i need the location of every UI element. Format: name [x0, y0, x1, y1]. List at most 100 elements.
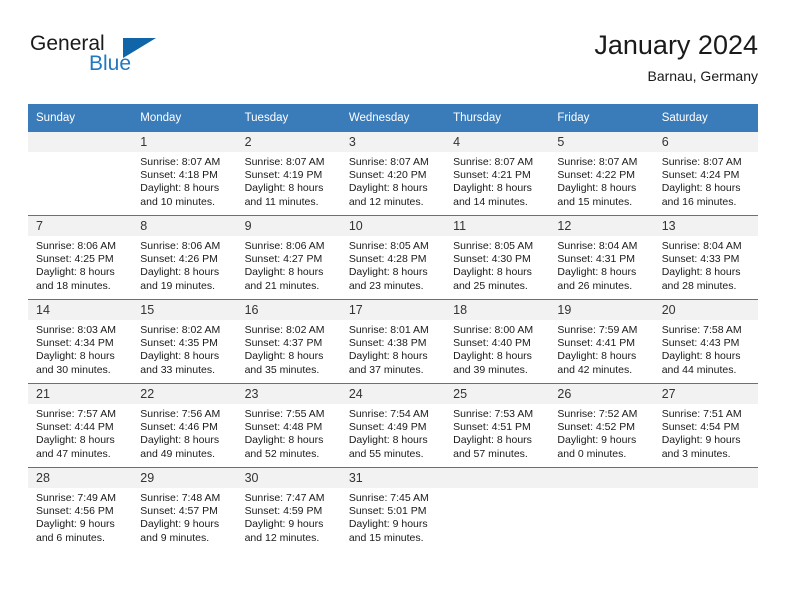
day-details: Sunrise: 7:47 AM Sunset: 4:59 PM Daylight:… [237, 488, 341, 545]
calendar-day-cell[interactable]: 11 Sunrise: 8:05 AM Sunset: 4:30 PM Dayligh… [445, 215, 550, 300]
sunset-text: Sunset: 4:33 PM [661, 253, 740, 266]
sunrise-text: Sunrise: 8:04 AM [557, 240, 638, 252]
daylight-text-line2: and 55 minutes. [348, 447, 424, 460]
page-subtitle-location: Barnau, Germany [647, 68, 759, 84]
day-number: 17 [340, 300, 446, 320]
daylight-text-line1: Daylight: 8 hours [36, 266, 115, 279]
calendar-header-row: Sunday Monday Tuesday Wednesday Thursday… [28, 104, 758, 132]
calendar-day-cell[interactable]: 9 Sunrise: 8:06 AM Sunset: 4:27 PM Daylight… [236, 215, 341, 300]
title-block: January 2024 Barnau, Germany [594, 28, 758, 86]
sunset-text: Sunset: 4:30 PM [453, 253, 531, 266]
weekday-header-thursday: Thursday [445, 104, 550, 132]
sunset-text: Sunset: 4:51 PM [453, 421, 531, 434]
day-cell-inner: 1 Sunrise: 8:07 AM Sunset: 4:18 PM Daylight… [132, 132, 237, 215]
calendar-day-cell[interactable]: 26 Sunrise: 7:52 AM Sunset: 4:52 PM Dayligh… [549, 383, 654, 468]
day-details: Sunrise: 7:56 AM Sunset: 4:46 PM Daylight:… [132, 404, 236, 461]
weekday-header-saturday: Saturday [653, 104, 758, 132]
day-number: 21 [28, 384, 133, 404]
daylight-text-line2: and 39 minutes. [453, 363, 528, 376]
daylight-text-line1: Daylight: 8 hours [557, 182, 637, 195]
daylight-text-line2: and 37 minutes. [348, 363, 424, 376]
sunrise-text: Sunrise: 8:07 AM [453, 156, 534, 168]
sunrise-text: Sunrise: 8:07 AM [557, 156, 638, 168]
calendar-day-cell[interactable]: 20 Sunrise: 7:58 AM Sunset: 4:43 PM Dayligh… [653, 299, 758, 384]
weekday-header-wednesday: Wednesday [340, 104, 446, 132]
day-number: 26 [549, 384, 654, 404]
weekday-header-tuesday: Tuesday [236, 104, 341, 132]
calendar-day-cell[interactable]: 3 Sunrise: 8:07 AM Sunset: 4:20 PM Daylight… [340, 132, 446, 216]
sunset-text: Sunset: 4:31 PM [557, 253, 636, 266]
sunrise-text: Sunrise: 8:02 AM [140, 324, 221, 336]
logo-text-blue: Blue [89, 52, 132, 75]
calendar-day-cell[interactable]: 15 Sunrise: 8:02 AM Sunset: 4:35 PM Dayligh… [132, 299, 237, 384]
day-details: Sunrise: 8:07 AM Sunset: 4:19 PM Daylight:… [237, 152, 341, 209]
calendar-day-cell[interactable]: 2 Sunrise: 8:07 AM Sunset: 4:19 PM Daylight… [236, 132, 341, 216]
calendar-day-cell[interactable]: 16 Sunrise: 8:02 AM Sunset: 4:37 PM Dayligh… [236, 299, 341, 384]
sunset-text: Sunset: 4:44 PM [36, 421, 114, 434]
calendar-day-cell[interactable]: 1 Sunrise: 8:07 AM Sunset: 4:18 PM Daylight… [132, 132, 237, 216]
calendar-day-cell[interactable]: 4 Sunrise: 8:07 AM Sunset: 4:21 PM Daylight… [445, 132, 550, 216]
weekday-header-friday: Friday [549, 104, 654, 132]
day-number: 20 [653, 300, 758, 320]
calendar-day-cell[interactable]: 14 Sunrise: 8:03 AM Sunset: 4:34 PM Dayligh… [28, 299, 133, 384]
day-details: Sunrise: 7:58 AM Sunset: 4:43 PM Daylight:… [654, 320, 758, 377]
day-number: 1 [132, 132, 237, 152]
calendar-day-cell[interactable]: 25 Sunrise: 7:53 AM Sunset: 4:51 PM Dayligh… [445, 383, 550, 468]
day-cell-inner [28, 132, 133, 215]
day-number: 10 [340, 216, 446, 236]
calendar-day-cell[interactable]: 12 Sunrise: 8:04 AM Sunset: 4:31 PM Dayligh… [549, 215, 654, 300]
calendar-day-cell[interactable]: 19 Sunrise: 7:59 AM Sunset: 4:41 PM Dayligh… [549, 299, 654, 384]
sunset-text: Sunset: 4:38 PM [348, 337, 427, 350]
calendar-day-cell[interactable]: 7 Sunrise: 8:06 AM Sunset: 4:25 PM Daylight… [28, 215, 133, 300]
day-number: 9 [236, 216, 341, 236]
calendar-day-cell[interactable]: 5 Sunrise: 8:07 AM Sunset: 4:22 PM Daylight… [549, 132, 654, 216]
page-title: January 2024 [594, 30, 758, 60]
general-blue-logo[interactable]: General Blue [28, 32, 238, 90]
day-number: 14 [28, 300, 133, 320]
calendar-day-cell[interactable]: 8 Sunrise: 8:06 AM Sunset: 4:26 PM Daylight… [132, 215, 237, 300]
weekday-header-monday: Monday [132, 104, 237, 132]
calendar-day-cell[interactable]: 13 Sunrise: 8:04 AM Sunset: 4:33 PM Dayligh… [653, 215, 758, 300]
sunset-text: Sunset: 4:28 PM [348, 253, 427, 266]
calendar-week-row: 14 Sunrise: 8:03 AM Sunset: 4:34 PM Dayligh… [28, 299, 758, 384]
day-details: Sunrise: 8:04 AM Sunset: 4:33 PM Daylight:… [654, 236, 758, 293]
day-cell-inner: 10 Sunrise: 8:05 AM Sunset: 4:28 PM Dayligh… [340, 216, 446, 299]
day-details: Sunrise: 7:48 AM Sunset: 4:57 PM Daylight:… [132, 488, 236, 545]
day-cell-inner: 27 Sunrise: 7:51 AM Sunset: 4:54 PM Dayligh… [653, 384, 758, 467]
day-number: 22 [132, 384, 237, 404]
calendar-day-cell[interactable]: 28 Sunrise: 7:49 AM Sunset: 4:56 PM Dayligh… [28, 467, 133, 551]
sunset-text: Sunset: 4:22 PM [557, 169, 636, 182]
daylight-text-line1: Daylight: 9 hours [348, 518, 428, 531]
calendar-day-cell[interactable]: 18 Sunrise: 8:00 AM Sunset: 4:40 PM Dayligh… [445, 299, 550, 384]
calendar-day-cell[interactable]: 22 Sunrise: 7:56 AM Sunset: 4:46 PM Dayligh… [132, 383, 237, 468]
daylight-text-line2: and 0 minutes. [557, 447, 627, 460]
calendar-body: 1 Sunrise: 8:07 AM Sunset: 4:18 PM Daylight… [28, 132, 758, 551]
day-number: 28 [28, 468, 133, 488]
calendar-day-cell[interactable]: 10 Sunrise: 8:05 AM Sunset: 4:28 PM Dayligh… [340, 215, 446, 300]
calendar-day-cell[interactable]: 31 Sunrise: 7:45 AM Sunset: 5:01 PM Dayligh… [340, 467, 446, 551]
calendar-day-cell[interactable]: 6 Sunrise: 8:07 AM Sunset: 4:24 PM Daylight… [653, 132, 758, 216]
daylight-text-line2: and 42 minutes. [557, 363, 633, 376]
day-details: Sunrise: 8:03 AM Sunset: 4:34 PM Daylight:… [28, 320, 132, 377]
day-number [549, 468, 654, 488]
calendar-day-cell[interactable]: 23 Sunrise: 7:55 AM Sunset: 4:48 PM Dayligh… [236, 383, 341, 468]
day-number: 13 [653, 216, 758, 236]
sunset-text: Sunset: 4:19 PM [244, 169, 323, 182]
daylight-text-line2: and 52 minutes. [244, 447, 320, 460]
calendar-day-cell[interactable]: 21 Sunrise: 7:57 AM Sunset: 4:44 PM Dayligh… [28, 383, 133, 468]
sunset-text: Sunset: 4:49 PM [348, 421, 427, 434]
daylight-text-line1: Daylight: 8 hours [348, 266, 428, 279]
calendar-day-cell[interactable]: 17 Sunrise: 8:01 AM Sunset: 4:38 PM Dayligh… [340, 299, 446, 384]
calendar-day-cell[interactable]: 24 Sunrise: 7:54 AM Sunset: 4:49 PM Dayligh… [340, 383, 446, 468]
calendar-day-cell[interactable]: 30 Sunrise: 7:47 AM Sunset: 4:59 PM Dayligh… [236, 467, 341, 551]
calendar-day-cell[interactable]: 27 Sunrise: 7:51 AM Sunset: 4:54 PM Dayligh… [653, 383, 758, 468]
calendar-day-cell[interactable]: 29 Sunrise: 7:48 AM Sunset: 4:57 PM Dayligh… [132, 467, 237, 551]
day-details: Sunrise: 8:07 AM Sunset: 4:24 PM Daylight:… [654, 152, 758, 209]
day-number: 3 [340, 132, 446, 152]
sunset-text: Sunset: 4:57 PM [140, 505, 218, 518]
day-number: 15 [132, 300, 237, 320]
day-cell-inner: 20 Sunrise: 7:58 AM Sunset: 4:43 PM Dayligh… [653, 300, 758, 383]
daylight-text-line1: Daylight: 8 hours [348, 350, 428, 363]
sunrise-text: Sunrise: 8:07 AM [244, 156, 325, 168]
daylight-text-line1: Daylight: 8 hours [453, 266, 532, 279]
